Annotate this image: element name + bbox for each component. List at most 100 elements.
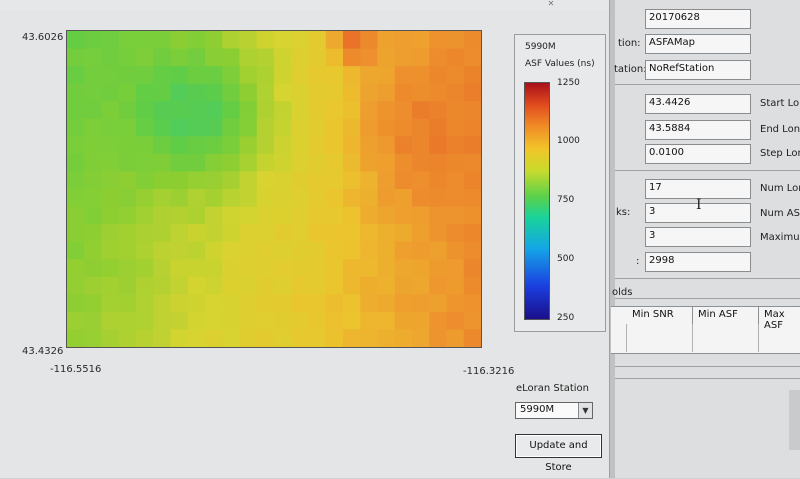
heatmap-cell [101,136,120,155]
chevron-down-icon[interactable]: ▼ [578,403,592,418]
heatmap-cell [153,224,172,243]
heatmap-cell [118,189,137,208]
ref-station-value: NoRefStation [649,63,715,74]
num-lon-field[interactable]: 17 [645,179,751,199]
heatmap-cell [118,101,137,120]
column-header-min-snr[interactable]: Min SNR [626,306,693,324]
heatmap-cell [84,101,103,120]
heatmap-cell [325,83,344,102]
map-field[interactable]: ASFAMap [645,34,751,54]
heatmap-cell [187,294,206,313]
heatmap-cell [412,31,430,50]
close-icon[interactable]: ✕ [540,0,562,8]
end-lon-label: End Lon: [760,124,800,135]
heatmap-cell [291,206,310,225]
heatmap-cell [187,31,206,50]
heatmap-cell [429,118,448,137]
heatmap-cell [291,118,310,137]
column-header-max-asf[interactable]: Max ASF [758,306,800,331]
last-param-label: : [636,256,640,267]
heatmap-cell [118,171,137,190]
heatmap-canvas [67,31,481,347]
heatmap-cell [222,206,241,225]
heatmap-cell [360,136,379,155]
asf-heatmap[interactable] [66,30,482,348]
heatmap-cell [222,224,241,243]
column-header-min-asf[interactable]: Min ASF [692,306,759,324]
heatmap-cell [187,118,206,137]
heatmap-cell [463,83,481,102]
heatmap-cell [377,294,396,313]
heatmap-cell [239,189,258,208]
maximum-field[interactable]: 3 [645,227,751,247]
blocks-value: 3 [649,206,656,217]
heatmap-cell [222,311,241,331]
ref-station-field[interactable]: NoRefStation [645,60,751,80]
heatmap-cell [291,101,310,120]
heatmap-cell [463,259,481,278]
heatmap-cell [325,171,344,190]
heatmap-cell [463,66,481,85]
heatmap-cell [343,206,361,225]
start-lon-field[interactable]: 43.4426 [645,94,751,114]
table-gridline [758,324,759,352]
heatmap-cell [101,66,120,85]
heatmap-cell [101,118,120,137]
heatmap-cell [377,136,396,155]
heatmap-cell [153,136,172,155]
heatmap-cell [325,276,344,295]
heatmap-cell [187,206,206,225]
last-param-value: 2998 [649,255,675,266]
heatmap-cell [308,259,327,278]
date-field[interactable]: 20170628 [645,9,751,29]
station-selector-label: eLoran Station [516,383,589,394]
map-value: ASFAMap [649,37,695,48]
heatmap-cell [343,101,361,120]
heatmap-cell [187,171,206,190]
heatmap-cell [153,206,172,225]
vertical-scrollbar[interactable] [789,390,800,450]
heatmap-cell [446,136,465,155]
maximum-value: 3 [649,230,656,241]
num-asf-label: Num ASF [760,208,800,219]
heatmap-cell [429,259,448,278]
heatmap-cell [67,206,85,225]
heatmap-cell [394,311,413,331]
heatmap-cell [136,48,154,67]
heatmap-cell [67,153,85,173]
heatmap-cell [187,224,206,243]
heatmap-cell [412,311,430,331]
color-scale-bar [524,82,550,320]
heatmap-cell [274,259,292,278]
station-select[interactable]: 5990M ▼ [515,402,593,419]
heatmap-cell [118,136,137,155]
heatmap-cell [187,153,206,173]
heatmap-cell [187,136,206,155]
heatmap-cell [170,101,189,120]
heatmap-cell [394,48,413,67]
heatmap-cell [343,171,361,190]
heatmap-cell [205,224,223,243]
last-param-field[interactable]: 2998 [645,252,751,272]
heatmap-cell [360,118,379,137]
heatmap-cell [394,101,413,120]
blocks-label: ks: [616,207,631,218]
heatmap-cell [256,83,275,102]
heatmap-cell [360,241,379,260]
heatmap-cell [101,241,120,260]
update-and-store-button[interactable]: Update and Store [515,434,602,473]
heatmap-cell [84,153,103,173]
heatmap-cell [84,276,103,295]
heatmap-cell [446,118,465,137]
end-lon-field[interactable]: 43.5884 [645,120,751,140]
heatmap-cell [377,101,396,120]
heatmap-cell [256,153,275,173]
heatmap-cell [256,189,275,208]
desktop: ✕ 43.6026 43.4326 -116.5516 -116.3216 59… [0,0,800,478]
heatmap-cell [429,83,448,102]
step-lon-field[interactable]: 0.0100 [645,144,751,164]
heatmap-cell [136,171,154,190]
heatmap-cell [101,294,120,313]
heatmap-cell [360,48,379,67]
heatmap-cell [325,329,344,347]
